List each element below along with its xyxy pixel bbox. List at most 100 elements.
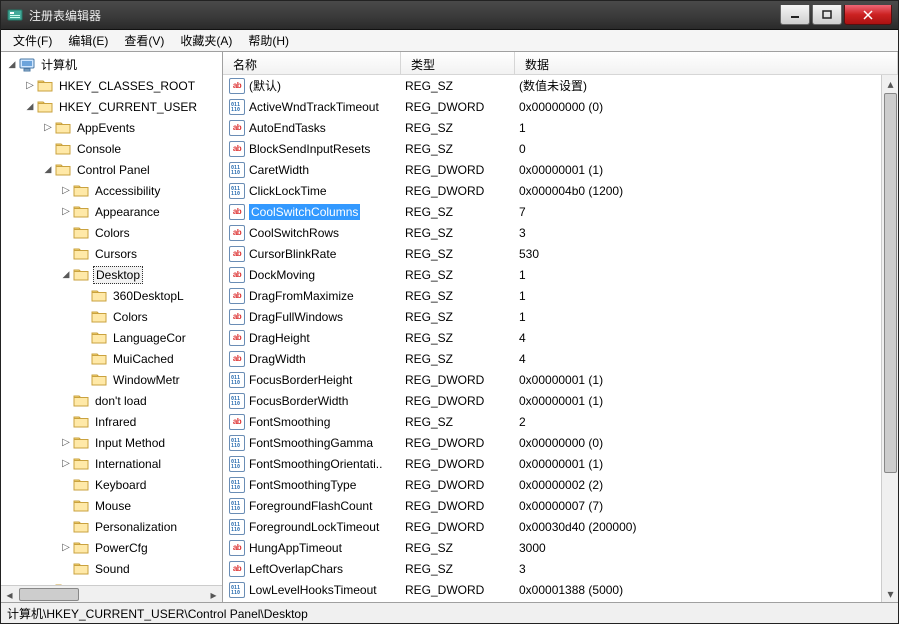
tree-node[interactable]: HKEY_CURRENT_USER bbox=[1, 96, 222, 117]
value-row[interactable]: 011110FontSmoothingTypeREG_DWORD0x000000… bbox=[223, 474, 898, 495]
tree-node[interactable]: Appearance bbox=[1, 201, 222, 222]
tree-node[interactable]: Cursors bbox=[1, 243, 222, 264]
expand-icon[interactable] bbox=[59, 206, 73, 217]
tree-node[interactable]: Accessibility bbox=[1, 180, 222, 201]
expand-icon[interactable] bbox=[59, 542, 73, 553]
tree-node[interactable]: Colors bbox=[1, 306, 222, 327]
value-row[interactable]: 011110FocusBorderHeightREG_DWORD0x000000… bbox=[223, 369, 898, 390]
list-vertical-scrollbar[interactable]: ▴ ▾ bbox=[881, 75, 898, 602]
expand-icon[interactable] bbox=[23, 80, 37, 91]
expand-icon[interactable] bbox=[59, 437, 73, 448]
column-name[interactable]: 名称 bbox=[223, 52, 401, 74]
menu-view[interactable]: 查看(V) bbox=[116, 30, 172, 51]
value-row[interactable]: abCursorBlinkRateREG_SZ530 bbox=[223, 243, 898, 264]
scroll-right-arrow-icon[interactable]: ▸ bbox=[205, 586, 222, 602]
tree-node[interactable]: MuiCached bbox=[1, 348, 222, 369]
tree-node[interactable]: Mouse bbox=[1, 495, 222, 516]
value-row[interactable]: ab(默认)REG_SZ(数值未设置) bbox=[223, 75, 898, 96]
folder-icon bbox=[73, 414, 89, 430]
tree-node[interactable]: Sound bbox=[1, 558, 222, 579]
tree-node[interactable]: Control Panel bbox=[1, 159, 222, 180]
tree-node[interactable]: 计算机 bbox=[1, 54, 222, 75]
expand-icon[interactable] bbox=[41, 122, 55, 133]
folder-icon bbox=[73, 204, 89, 220]
expand-icon[interactable] bbox=[59, 185, 73, 196]
tree-node[interactable]: HKEY_CLASSES_ROOT bbox=[1, 75, 222, 96]
value-row[interactable]: abLeftOverlapCharsREG_SZ3 bbox=[223, 558, 898, 579]
value-data-cell: 0x00030d40 (200000) bbox=[515, 520, 898, 534]
value-row[interactable]: abAutoEndTasksREG_SZ1 bbox=[223, 117, 898, 138]
value-name-cell: abDockMoving bbox=[223, 267, 401, 283]
menu-file[interactable]: 文件(F) bbox=[5, 30, 60, 51]
value-data-cell: 4 bbox=[515, 331, 898, 345]
column-data[interactable]: 数据 bbox=[515, 52, 898, 74]
value-list[interactable]: ab(默认)REG_SZ(数值未设置)011110ActiveWndTrackT… bbox=[223, 75, 898, 602]
expand-icon[interactable] bbox=[59, 458, 73, 469]
value-row[interactable]: abDragFullWindowsREG_SZ1 bbox=[223, 306, 898, 327]
collapse-icon[interactable] bbox=[41, 164, 55, 175]
tree-node[interactable]: don't load bbox=[1, 390, 222, 411]
tree-node-label: Input Method bbox=[93, 435, 167, 451]
tree-node[interactable]: Keyboard bbox=[1, 474, 222, 495]
value-row[interactable]: 011110ForegroundFlashCountREG_DWORD0x000… bbox=[223, 495, 898, 516]
value-data-cell: 1 bbox=[515, 121, 898, 135]
collapse-icon[interactable] bbox=[5, 59, 19, 70]
tree-node[interactable]: 360DesktopL bbox=[1, 285, 222, 306]
tree-node[interactable]: LanguageCor bbox=[1, 327, 222, 348]
column-type[interactable]: 类型 bbox=[401, 52, 515, 74]
value-row[interactable]: 011110LowLevelHooksTimeoutREG_DWORD0x000… bbox=[223, 579, 898, 600]
maximize-button[interactable] bbox=[812, 5, 842, 25]
scroll-up-arrow-icon[interactable]: ▴ bbox=[882, 75, 898, 92]
value-row[interactable]: abDragHeightREG_SZ4 bbox=[223, 327, 898, 348]
value-type-cell: REG_DWORD bbox=[401, 373, 515, 387]
value-row[interactable]: abFontSmoothingREG_SZ2 bbox=[223, 411, 898, 432]
close-button[interactable] bbox=[844, 5, 892, 25]
value-row[interactable]: 011110FontSmoothingGammaREG_DWORD0x00000… bbox=[223, 432, 898, 453]
value-row[interactable]: abHungAppTimeoutREG_SZ3000 bbox=[223, 537, 898, 558]
tree-node[interactable]: PowerCfg bbox=[1, 537, 222, 558]
tree-node[interactable]: Console bbox=[1, 138, 222, 159]
value-row[interactable]: abDragWidthREG_SZ4 bbox=[223, 348, 898, 369]
scroll-thumb[interactable] bbox=[884, 93, 897, 473]
tree-horizontal-scrollbar[interactable]: ◂ ▸ bbox=[1, 585, 222, 602]
registry-tree[interactable]: 计算机HKEY_CLASSES_ROOTHKEY_CURRENT_USER App… bbox=[1, 52, 222, 585]
folder-icon bbox=[73, 435, 89, 451]
value-row[interactable]: abCoolSwitchRowsREG_SZ3 bbox=[223, 222, 898, 243]
value-name-cell: abDragFromMaximize bbox=[223, 288, 401, 304]
tree-node[interactable]: Colors bbox=[1, 222, 222, 243]
tree-node[interactable]: WindowMetr bbox=[1, 369, 222, 390]
value-type-cell: REG_SZ bbox=[401, 331, 515, 345]
value-row[interactable]: abDragFromMaximizeREG_SZ1 bbox=[223, 285, 898, 306]
tree-node[interactable]: AppEvents bbox=[1, 117, 222, 138]
value-name-cell: 011110ForegroundLockTimeout bbox=[223, 519, 401, 535]
menu-edit[interactable]: 编辑(E) bbox=[60, 30, 116, 51]
scroll-thumb[interactable] bbox=[19, 588, 79, 601]
minimize-button[interactable] bbox=[780, 5, 810, 25]
tree-node[interactable]: Input Method bbox=[1, 432, 222, 453]
menu-favorites[interactable]: 收藏夹(A) bbox=[172, 30, 240, 51]
value-row[interactable]: 011110ClickLockTimeREG_DWORD0x000004b0 (… bbox=[223, 180, 898, 201]
collapse-icon[interactable] bbox=[23, 101, 37, 112]
value-type-cell: REG_DWORD bbox=[401, 583, 515, 597]
titlebar[interactable]: 注册表编辑器 bbox=[1, 1, 898, 30]
value-row[interactable]: abDockMovingREG_SZ1 bbox=[223, 264, 898, 285]
menu-help[interactable]: 帮助(H) bbox=[240, 30, 297, 51]
tree-node-label: Keyboard bbox=[93, 477, 148, 493]
value-row[interactable]: 011110CaretWidthREG_DWORD0x00000001 (1) bbox=[223, 159, 898, 180]
value-data-cell: 0x00000001 (1) bbox=[515, 373, 898, 387]
scroll-left-arrow-icon[interactable]: ◂ bbox=[1, 586, 18, 602]
value-row[interactable]: 011110FontSmoothingOrientati..REG_DWORD0… bbox=[223, 453, 898, 474]
tree-node-label: AppEvents bbox=[75, 120, 137, 136]
tree-node[interactable]: Desktop bbox=[1, 264, 222, 285]
value-row[interactable]: 011110ForegroundLockTimeoutREG_DWORD0x00… bbox=[223, 516, 898, 537]
tree-node[interactable]: Infrared bbox=[1, 411, 222, 432]
scroll-down-arrow-icon[interactable]: ▾ bbox=[882, 585, 898, 602]
tree-node[interactable]: Personalization bbox=[1, 516, 222, 537]
tree-node[interactable]: International bbox=[1, 453, 222, 474]
value-row[interactable]: 011110ActiveWndTrackTimeoutREG_DWORD0x00… bbox=[223, 96, 898, 117]
value-row[interactable]: 011110FocusBorderWidthREG_DWORD0x0000000… bbox=[223, 390, 898, 411]
collapse-icon[interactable] bbox=[59, 269, 73, 280]
svg-text:110: 110 bbox=[231, 401, 240, 407]
value-row[interactable]: abBlockSendInputResetsREG_SZ0 bbox=[223, 138, 898, 159]
value-row[interactable]: abCoolSwitchColumnsREG_SZ7 bbox=[223, 201, 898, 222]
